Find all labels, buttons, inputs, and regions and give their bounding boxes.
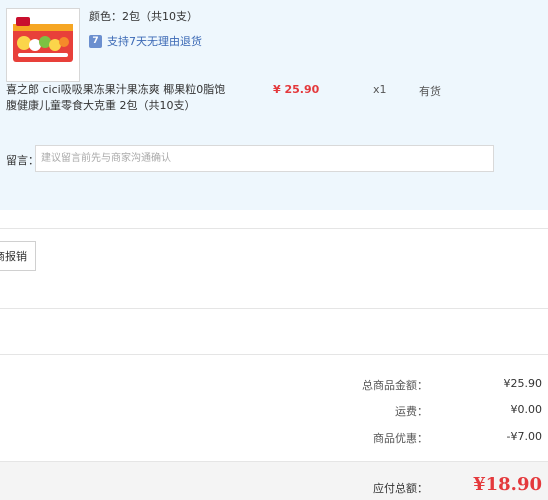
item-spec: 颜色：2包（共10支）	[89, 10, 198, 23]
seven-day-return-icon: 7	[89, 34, 102, 48]
discount-label: 商品优惠：	[373, 432, 428, 445]
item-price: ¥ 25.90	[273, 83, 320, 96]
product-thumbnail[interactable]	[6, 8, 80, 82]
product-thumbnail-icon	[12, 15, 74, 69]
shipping-label: 运费：	[395, 405, 428, 418]
summary-total-row: 总商品金额： ¥25.90	[0, 377, 548, 395]
discount-value: -¥7.00	[506, 430, 542, 443]
remark-input[interactable]	[35, 145, 494, 172]
return-policy[interactable]: 7 支持7天无理由退货	[89, 33, 202, 49]
item-stock-status: 有货	[419, 85, 441, 98]
total-value: ¥25.90	[503, 377, 543, 390]
divider	[0, 308, 548, 309]
summary-shipping-row: 运费： ¥0.00	[0, 403, 548, 421]
divider	[0, 354, 548, 355]
return-policy-text: 支持7天无理由退货	[107, 35, 202, 48]
total-label: 总商品金额：	[362, 379, 428, 392]
divider	[0, 228, 548, 229]
shipping-value: ¥0.00	[510, 403, 543, 416]
payable-label: 应付总额：	[373, 482, 428, 495]
summary-discount-row: 商品优惠： -¥7.00	[0, 430, 548, 448]
payable-bar: 应付总额： ¥18.90	[0, 461, 548, 500]
payable-amount: ¥18.90	[473, 474, 542, 495]
item-quantity: x1	[373, 83, 387, 96]
item-title[interactable]: 喜之郎 cici吸吸果冻果汁果冻爽 椰果粒0脂饱腹健康儿童零食大克重 2包（共1…	[6, 82, 230, 114]
invoice-button[interactable]: 商报销	[0, 241, 36, 271]
order-item: 颜色：2包（共10支） 7 支持7天无理由退货 喜之郎 cici吸吸果冻果汁果冻…	[0, 0, 548, 210]
